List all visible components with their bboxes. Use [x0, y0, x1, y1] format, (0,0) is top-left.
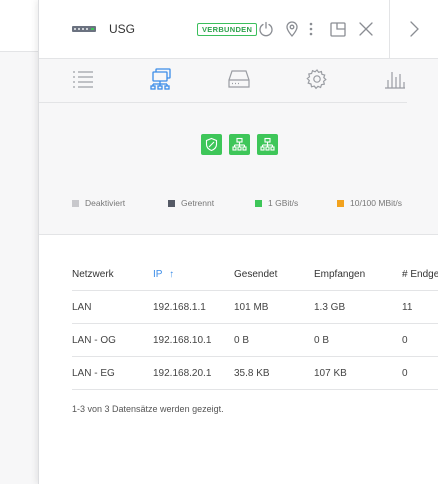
background-page [0, 0, 38, 484]
cell-clients: 0 [402, 368, 408, 379]
lan-port-1[interactable] [229, 134, 250, 155]
legend-swatch [337, 199, 344, 207]
column-header-sent[interactable]: Gesendet [234, 258, 277, 291]
shield-port-icon [205, 137, 218, 152]
cell-sent: 101 MB [234, 302, 269, 313]
legend-label: 1 GBit/s [268, 198, 299, 208]
status-badge: VERBUNDEN [197, 23, 258, 36]
cell-sent: 35.8 KB [234, 368, 270, 379]
gear-icon[interactable] [305, 68, 329, 90]
drive-icon[interactable] [227, 68, 251, 90]
more-vert-icon[interactable] [306, 20, 316, 38]
network-topology-icon[interactable] [149, 68, 173, 90]
cell-received: 0 B [314, 335, 330, 346]
column-header-ip-label: IP [153, 269, 163, 280]
cell-network: LAN - OG [72, 335, 116, 346]
legend-item-deactivated: Deaktiviert [72, 198, 125, 208]
cell-ip: 192.168.10.1 [153, 335, 212, 346]
cell-ip: 192.168.20.1 [153, 368, 212, 379]
list-icon[interactable] [71, 68, 95, 90]
legend-swatch [72, 199, 79, 207]
cell-ip: 192.168.1.1 [153, 302, 206, 313]
cell-received: 1.3 GB [314, 302, 346, 313]
legend-item-10-100mbit: 10/100 MBit/s [337, 198, 402, 208]
legend-item-disconnected: Getrennt [168, 198, 214, 208]
network-port-icon [232, 137, 247, 151]
cell-network: LAN [72, 302, 92, 313]
legend-swatch [255, 199, 262, 207]
stats-bars-icon[interactable] [383, 68, 407, 90]
background-header [0, 0, 38, 52]
cell-clients: 11 [402, 302, 413, 313]
table-row[interactable]: LAN - OG 192.168.10.1 0 B 0 B 0 [72, 324, 438, 357]
wan-port[interactable] [201, 134, 222, 155]
device-properties-panel: USG VERBUNDEN Deaktiviert Getrennt 1 GBi… [38, 0, 438, 484]
power-icon[interactable] [257, 20, 275, 38]
location-pin-icon[interactable] [283, 20, 301, 38]
column-header-clients[interactable]: # Endge [402, 258, 438, 291]
device-name: USG [109, 22, 136, 36]
table-row[interactable]: LAN 192.168.1.1 101 MB 1.3 GB 11 [72, 291, 438, 324]
gateway-device-icon [72, 26, 96, 32]
legend-label: Deaktiviert [85, 198, 126, 208]
table-header-row: Netzwerk IP ↑ Gesendet Empfangen # Endge [72, 258, 438, 291]
column-header-ip[interactable]: IP ↑ [153, 258, 174, 291]
legend-swatch [168, 199, 175, 207]
legend-item-1gbit: 1 GBit/s [255, 198, 298, 208]
legend-label: 10/100 MBit/s [350, 198, 402, 208]
header-divider [389, 0, 390, 59]
close-icon[interactable] [357, 20, 375, 38]
panel-tabs [39, 59, 438, 103]
column-header-received[interactable]: Empfangen [314, 258, 365, 291]
cell-network: LAN - EG [72, 368, 115, 379]
panel-header: USG VERBUNDEN [39, 0, 438, 59]
sort-ascending-icon: ↑ [169, 269, 175, 280]
ports-section: Deaktiviert Getrennt 1 GBit/s 10/100 MBi… [39, 103, 438, 235]
column-header-network[interactable]: Netzwerk [72, 258, 114, 291]
cell-clients: 0 [402, 335, 408, 346]
table-row[interactable]: LAN - EG 192.168.20.1 35.8 KB 107 KB 0 [72, 357, 438, 390]
window-icon[interactable] [329, 20, 347, 38]
cell-received: 107 KB [314, 368, 347, 379]
cell-sent: 0 B [234, 335, 250, 346]
network-port-icon [260, 137, 275, 151]
legend-label: Getrennt [181, 198, 215, 208]
chevron-right-icon[interactable] [405, 20, 423, 38]
table-footer-count: 1-3 von 3 Datensätze werden gezeigt. [72, 404, 224, 414]
lan-port-2[interactable] [257, 134, 278, 155]
